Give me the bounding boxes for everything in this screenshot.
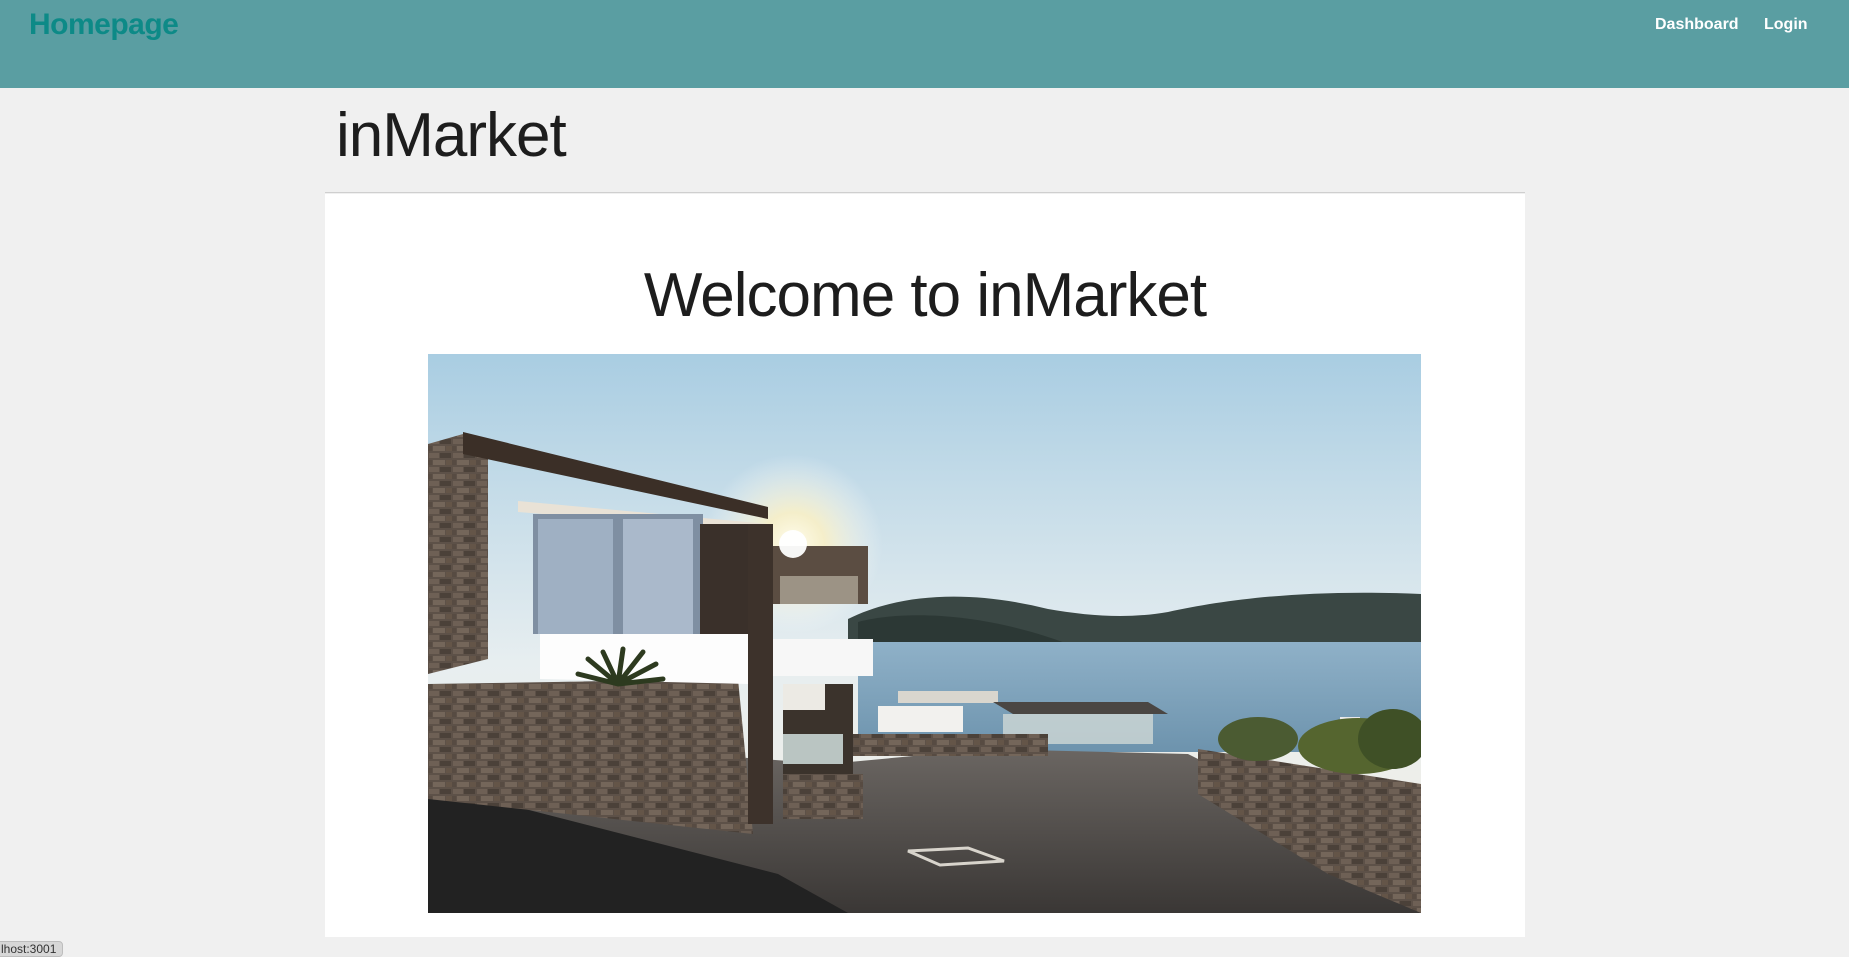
hero-image — [428, 354, 1421, 913]
page-title: inMarket — [336, 101, 567, 170]
brand-link[interactable]: Homepage — [29, 8, 179, 42]
nav-login-link[interactable]: Login — [1764, 16, 1808, 34]
welcome-heading: Welcome to inMarket — [643, 261, 1207, 330]
page-header: inMarket — [325, 100, 1525, 193]
welcome-card: Welcome to inMarket — [325, 194, 1525, 937]
nav-dashboard-link[interactable]: Dashboard — [1655, 16, 1739, 34]
status-bar-url: lhost:3001 — [0, 941, 64, 957]
top-navbar: Homepage Dashboard Login — [0, 0, 1849, 88]
